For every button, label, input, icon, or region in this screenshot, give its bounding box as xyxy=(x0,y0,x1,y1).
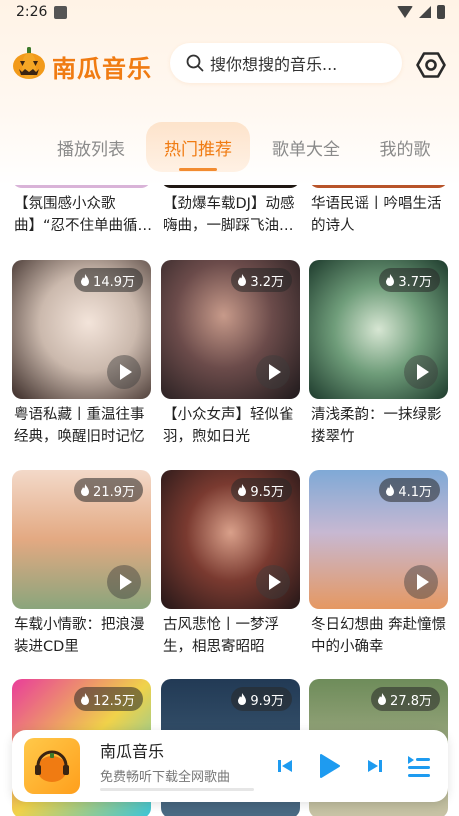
pumpkin-logo-icon xyxy=(13,47,45,79)
player-title: 南瓜音乐 xyxy=(100,742,165,761)
search-icon xyxy=(186,54,204,72)
queue-list-icon xyxy=(408,756,430,777)
playlist-cover: 3.2万 xyxy=(161,260,300,399)
playlist-title: 车载小情歌：把浪漫装进CD里 xyxy=(14,617,145,655)
play-icon xyxy=(119,364,132,380)
playlist-title: 冬日幻想曲 奔赴憧憬中的小确幸 xyxy=(311,617,447,655)
playlist-title: 粤语私藏丨重温往事经典，唤醒旧时记忆 xyxy=(14,407,145,445)
playlist-cover: 3.7万 xyxy=(309,260,448,399)
notification-icon xyxy=(54,6,67,19)
play-count: 9.5万 xyxy=(250,484,284,500)
flame-icon xyxy=(386,484,395,496)
play-count: 3.2万 xyxy=(250,274,284,290)
player-progress-bar[interactable] xyxy=(100,788,254,791)
tab-playlist[interactable]: 播放列表 xyxy=(41,122,141,172)
tab-hot-recommend[interactable]: 热门推荐 xyxy=(146,122,250,172)
play-button[interactable] xyxy=(107,565,141,599)
playlist-cover: 21.9万 xyxy=(12,470,151,609)
flame-icon xyxy=(378,693,387,705)
flame-icon xyxy=(81,274,90,286)
wifi-icon xyxy=(397,6,413,18)
play-count-badge: 3.2万 xyxy=(231,268,292,292)
play-count-badge: 9.9万 xyxy=(231,687,292,711)
next-icon xyxy=(368,760,382,772)
playlist-cover: 4.1万 xyxy=(309,470,448,609)
play-count-badge: 12.5万 xyxy=(74,687,143,711)
play-icon xyxy=(268,364,281,380)
player-subtitle: 免费畅听下载全网歌曲 xyxy=(100,770,231,785)
play-count-badge: 3.7万 xyxy=(379,268,440,292)
playlist-title: 古风悲怆丨一梦浮生，相思寄昭昭 xyxy=(163,617,279,655)
play-count: 14.9万 xyxy=(93,274,135,290)
active-tab-indicator xyxy=(179,168,217,171)
play-icon xyxy=(119,574,132,590)
play-pause-button[interactable] xyxy=(312,730,346,802)
play-button[interactable] xyxy=(256,565,290,599)
previous-icon xyxy=(278,760,292,772)
play-button[interactable] xyxy=(107,355,141,389)
play-count: 4.1万 xyxy=(398,484,432,500)
tab-bar: 播放列表 热门推荐 歌单大全 我的歌 xyxy=(0,122,459,172)
flame-icon xyxy=(238,274,247,286)
play-count-badge: 9.5万 xyxy=(231,478,292,502)
status-icons xyxy=(397,5,445,19)
playlist-title: 【小众女声】轻似雀羽，煦如日光 xyxy=(163,407,294,445)
player-artwork xyxy=(24,738,80,794)
play-count-badge: 14.9万 xyxy=(74,268,143,292)
app-header: 南瓜音乐 搜你想搜的音乐... xyxy=(0,40,459,90)
play-count-badge: 27.8万 xyxy=(371,687,440,711)
playlist-cover: 14.9万 xyxy=(12,260,151,399)
play-count: 12.5万 xyxy=(93,693,135,709)
playlist-cover xyxy=(309,185,448,188)
battery-icon xyxy=(437,5,445,19)
tab-playlist-collection[interactable]: 歌单大全 xyxy=(256,122,356,172)
play-count-badge: 21.9万 xyxy=(74,478,143,502)
play-icon xyxy=(320,754,340,778)
playlist-title: 【劲爆车载DJ】动感嗨曲，一脚踩飞油… xyxy=(163,196,295,234)
signal-icon xyxy=(419,6,431,18)
playlist-title: 清浅柔韵：一抹绿影搂翠竹 xyxy=(311,407,442,445)
flame-icon xyxy=(238,484,247,496)
pumpkin-headphones-icon xyxy=(35,750,69,782)
flame-icon xyxy=(386,274,395,286)
settings-icon[interactable] xyxy=(416,50,446,80)
app-title: 南瓜音乐 xyxy=(52,55,152,83)
status-bar: 2:26 xyxy=(0,0,459,26)
play-count-badge: 4.1万 xyxy=(379,478,440,502)
mini-player[interactable]: 南瓜音乐 免费畅听下载全网歌曲 xyxy=(12,730,448,802)
play-icon xyxy=(268,574,281,590)
flame-icon xyxy=(81,693,90,705)
playlist-title: 【氛围感小众歌曲】“忍不住单曲循… xyxy=(14,196,153,234)
playlist-cover xyxy=(12,185,151,188)
tab-my-songs[interactable]: 我的歌 xyxy=(363,122,447,172)
search-input[interactable]: 搜你想搜的音乐... xyxy=(170,43,402,83)
flame-icon xyxy=(238,693,247,705)
play-button[interactable] xyxy=(404,565,438,599)
search-placeholder: 搜你想搜的音乐... xyxy=(210,55,338,74)
playlist-queue-button[interactable] xyxy=(402,730,436,802)
play-icon xyxy=(416,574,429,590)
play-count: 3.7万 xyxy=(398,274,432,290)
playlist-title: 华语民谣丨吟唱生活的诗人 xyxy=(311,196,442,234)
play-icon xyxy=(416,364,429,380)
play-count: 27.8万 xyxy=(390,693,432,709)
next-button[interactable] xyxy=(364,730,386,802)
play-button[interactable] xyxy=(404,355,438,389)
play-count: 21.9万 xyxy=(93,484,135,500)
play-button[interactable] xyxy=(256,355,290,389)
status-time: 2:26 xyxy=(16,4,48,20)
flame-icon xyxy=(81,484,90,496)
playlist-cover xyxy=(161,185,300,188)
playlist-cover: 9.5万 xyxy=(161,470,300,609)
playlist-grid: 【氛围感小众歌曲】“忍不住单曲循… 【劲爆车载DJ】动感嗨曲，一脚踩飞油… 华语… xyxy=(0,185,459,816)
play-count: 9.9万 xyxy=(250,693,284,709)
previous-button[interactable] xyxy=(274,730,296,802)
